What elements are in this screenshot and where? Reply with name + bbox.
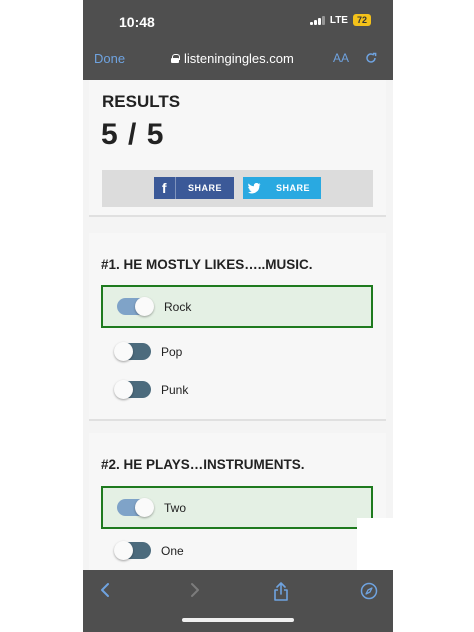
- answer-label: Rock: [164, 299, 192, 314]
- toggle-switch-off[interactable]: [114, 541, 151, 560]
- compass-icon[interactable]: [360, 582, 378, 605]
- signal-icon: [309, 15, 325, 25]
- results-title: RESULTS: [102, 92, 181, 111]
- toggle-switch-off[interactable]: [114, 342, 151, 361]
- facebook-share-button[interactable]: f SHARE: [154, 177, 234, 199]
- answer-label: One: [161, 543, 184, 558]
- network-label: LTE: [329, 14, 348, 26]
- share-icon[interactable]: [273, 582, 289, 607]
- results-card: RESULTS 5 / 5 f SHARE SHARE: [89, 80, 386, 217]
- forward-icon[interactable]: [189, 582, 201, 603]
- done-button[interactable]: Done: [94, 51, 125, 66]
- status-indicators: LTE 72: [309, 14, 371, 26]
- toggle-knob: [135, 297, 154, 316]
- reload-icon[interactable]: [364, 51, 378, 68]
- answer-option-one[interactable]: One: [101, 529, 373, 572]
- answer-option-rock[interactable]: Rock: [101, 285, 373, 328]
- toggle-knob: [114, 541, 133, 560]
- answer-option-two[interactable]: Two: [101, 486, 373, 529]
- facebook-share-label: SHARE: [187, 183, 222, 193]
- answer-option-punk[interactable]: Punk: [101, 368, 373, 411]
- toggle-knob: [135, 498, 154, 517]
- answer-label: Pop: [161, 344, 183, 359]
- toggle-switch-on[interactable]: [117, 498, 154, 517]
- question-card-2: #2. HE PLAYS…INSTRUMENTS. Two One: [89, 433, 386, 573]
- toggle-knob: [114, 342, 133, 361]
- answer-label: Two: [164, 500, 187, 515]
- score-value: 5 / 5: [101, 118, 165, 151]
- toggle-switch-on[interactable]: [117, 297, 154, 316]
- browser-toolbar: [83, 570, 393, 632]
- page-content: RESULTS 5 / 5 f SHARE SHARE #1. HE MOSTL…: [83, 80, 393, 573]
- url-text: listeningingles.com: [184, 51, 294, 66]
- question-title: #1. HE MOSTLY LIKES…..MUSIC.: [101, 257, 313, 272]
- status-time: 10:48: [119, 14, 155, 30]
- home-indicator: [182, 618, 294, 622]
- overlay-patch: [357, 518, 393, 570]
- question-title: #2. HE PLAYS…INSTRUMENTS.: [101, 457, 305, 472]
- share-bar: f SHARE SHARE: [102, 170, 373, 207]
- twitter-icon: [243, 177, 265, 199]
- address-bar[interactable]: listeningingles.com: [171, 51, 294, 66]
- phone-screen: 10:48 LTE 72 Done listeningingles.com AA…: [83, 0, 393, 632]
- question-card-1: #1. HE MOSTLY LIKES…..MUSIC. Rock Pop Pu…: [89, 233, 386, 421]
- twitter-share-label: SHARE: [275, 183, 310, 193]
- answer-label: Punk: [161, 382, 189, 397]
- facebook-icon: f: [154, 177, 176, 199]
- toggle-knob: [114, 380, 133, 399]
- battery-icon: 72: [352, 14, 371, 26]
- lock-icon: [171, 54, 180, 63]
- text-size-button[interactable]: AA: [333, 51, 349, 65]
- toggle-switch-off[interactable]: [114, 380, 151, 399]
- back-icon[interactable]: [99, 582, 111, 603]
- twitter-share-button[interactable]: SHARE: [243, 177, 321, 199]
- answer-option-pop[interactable]: Pop: [101, 330, 373, 373]
- browser-topbar: 10:48 LTE 72 Done listeningingles.com AA: [83, 0, 393, 80]
